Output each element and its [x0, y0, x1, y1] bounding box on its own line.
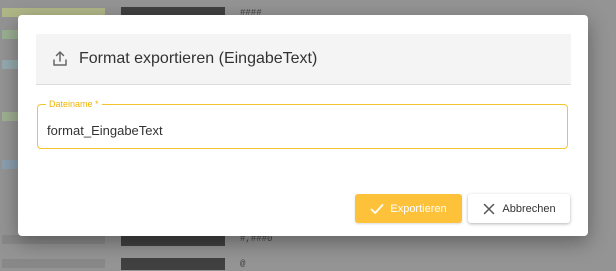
- filename-label: Dateiname *: [46, 98, 102, 110]
- check-icon: [370, 202, 384, 216]
- export-format-dialog: Format exportieren (EingabeText) Dateina…: [18, 15, 588, 236]
- close-icon: [482, 202, 496, 216]
- export-button[interactable]: Exportieren: [355, 194, 462, 223]
- cancel-button-label: Abbrechen: [502, 202, 556, 215]
- dialog-title: Format exportieren (EingabeText): [79, 50, 318, 67]
- filename-input[interactable]: [47, 121, 547, 139]
- export-button-label: Exportieren: [390, 202, 447, 215]
- cancel-button[interactable]: Abbrechen: [468, 194, 570, 223]
- dialog-header: Format exportieren (EingabeText): [36, 34, 571, 85]
- filename-field[interactable]: Dateiname *: [37, 98, 568, 149]
- export-upload-icon: [51, 50, 69, 68]
